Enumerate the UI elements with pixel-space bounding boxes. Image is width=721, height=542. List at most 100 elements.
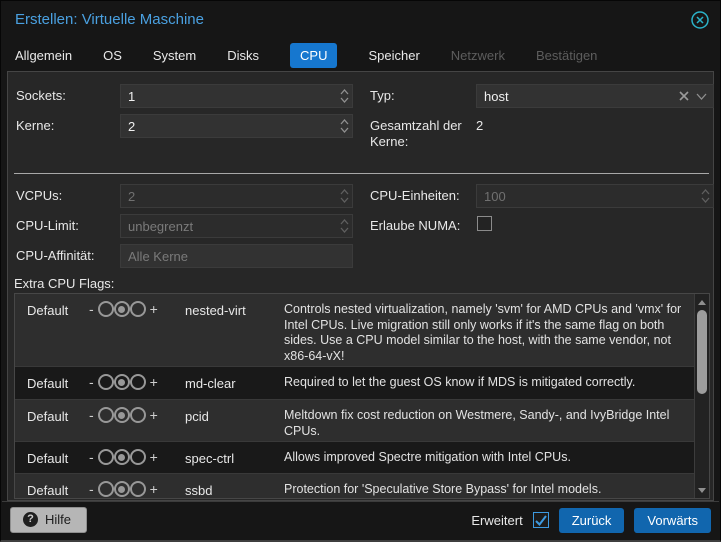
- vcpus-field: [120, 184, 353, 208]
- flag-name: pcid: [185, 409, 209, 424]
- dialog-title: Erstellen: Virtuelle Maschine: [15, 11, 204, 28]
- vcpus-spinner: [336, 185, 352, 207]
- tristate-default-radio[interactable]: [113, 374, 130, 390]
- tristate-default-radio[interactable]: [113, 449, 130, 465]
- numa-checkbox[interactable]: [477, 216, 492, 231]
- tristate-minus-label: -: [89, 301, 94, 317]
- tristate-off-radio[interactable]: [97, 374, 114, 390]
- spinner-up-icon: [340, 89, 348, 95]
- tab-cpu[interactable]: CPU: [290, 42, 338, 68]
- tristate-default-radio[interactable]: [113, 481, 130, 497]
- scroll-down-icon[interactable]: [695, 483, 709, 497]
- cpu-flags-table: Default - + nested-virt Controls nested …: [14, 293, 710, 499]
- tab-system[interactable]: System: [153, 43, 196, 68]
- advanced-checkbox[interactable]: [532, 512, 549, 528]
- flag-name: nested-virt: [185, 303, 246, 318]
- chevron-down-icon[interactable]: [696, 93, 707, 100]
- tristate-on-radio[interactable]: [129, 301, 146, 317]
- flag-state-label: Default: [27, 376, 69, 391]
- tristate-off-radio[interactable]: [97, 301, 114, 317]
- flag-row-ssbd: Default - + ssbd Protection for 'Specula…: [15, 474, 709, 498]
- tristate-default-radio[interactable]: [113, 301, 130, 317]
- flag-row-pcid: Default - + pcid Meltdown fix cost reduc…: [15, 400, 709, 442]
- tristate-plus-label: +: [149, 449, 158, 465]
- tristate-minus-label: -: [89, 407, 94, 423]
- total-cores-label: Gesamtzahl der Kerne:: [370, 118, 462, 149]
- tristate-plus-label: +: [149, 407, 158, 423]
- flag-row-spec-ctrl: Default - + spec-ctrl Allows improved Sp…: [15, 442, 709, 474]
- forward-button[interactable]: Vorwärts: [634, 507, 711, 533]
- flag-state-label: Default: [27, 483, 69, 498]
- kerne-label: Kerne:: [16, 118, 55, 133]
- tristate-on-radio[interactable]: [129, 374, 146, 390]
- question-icon: ?: [23, 512, 38, 527]
- tristate-off-radio[interactable]: [97, 407, 114, 423]
- kerne-input[interactable]: [121, 118, 336, 134]
- footer-actions: Erweitert Zurück Vorwärts: [471, 507, 711, 533]
- flag-state-label: Default: [27, 409, 69, 424]
- flag-name: spec-ctrl: [185, 451, 235, 466]
- clear-icon[interactable]: [678, 90, 690, 102]
- typ-input[interactable]: [477, 88, 678, 104]
- cpu-units-label: CPU-Einheiten:: [370, 188, 460, 203]
- flag-description: Allows improved Spectre mitigation with …: [284, 450, 571, 464]
- numa-label: Erlaube NUMA:: [370, 218, 461, 233]
- cpu-affinity-field: [120, 244, 353, 268]
- tab-bestaetigen: Bestätigen: [535, 47, 598, 63]
- tab-netzwerk: Netzwerk: [450, 47, 505, 63]
- back-button[interactable]: Zurück: [558, 507, 625, 533]
- cpu-units-input: [477, 188, 697, 204]
- cpu-limit-label: CPU-Limit:: [16, 218, 79, 233]
- typ-combo-tools: [678, 90, 713, 102]
- flag-description: Meltdown fix cost reduction on Westmere,…: [284, 408, 670, 438]
- flag-name: ssbd: [185, 483, 213, 498]
- tab-disks[interactable]: Disks: [227, 43, 259, 68]
- flag-description: Protection for 'Speculative Store Bypass…: [284, 482, 602, 496]
- dialog-titlebar: Erstellen: Virtuelle Maschine: [1, 1, 720, 39]
- sockets-label: Sockets:: [16, 88, 66, 103]
- tristate-off-radio[interactable]: [97, 481, 114, 497]
- tristate-minus-label: -: [89, 374, 94, 390]
- spinner-up-icon: [340, 219, 348, 225]
- kerne-field: [120, 114, 353, 138]
- flag-tristate-control: - +: [89, 481, 185, 497]
- tab-os[interactable]: OS: [103, 43, 122, 68]
- kerne-spinner[interactable]: [336, 115, 352, 137]
- sockets-spinner[interactable]: [336, 85, 352, 107]
- scrollbar-thumb[interactable]: [697, 310, 707, 394]
- tristate-on-radio[interactable]: [129, 449, 146, 465]
- flag-tristate-control: - +: [89, 407, 185, 423]
- scroll-up-icon[interactable]: [695, 295, 709, 309]
- create-vm-dialog: Erstellen: Virtuelle Maschine Allgemein …: [0, 0, 721, 542]
- tristate-default-radio[interactable]: [113, 407, 130, 423]
- flag-row-nested-virt: Default - + nested-virt Controls nested …: [15, 294, 709, 367]
- cpu-limit-spinner: [336, 215, 352, 237]
- tab-bar: Allgemein OS System Disks CPU Speicher N…: [15, 39, 720, 71]
- typ-label: Typ:: [370, 88, 395, 103]
- help-button[interactable]: ? Hilfe: [10, 507, 88, 533]
- tristate-on-radio[interactable]: [129, 481, 146, 497]
- tristate-minus-label: -: [89, 481, 94, 497]
- sockets-input[interactable]: [121, 88, 336, 104]
- typ-combobox: [476, 84, 714, 108]
- dialog-footer: ? Hilfe Erweitert Zurück Vorwärts: [2, 501, 719, 538]
- tab-allgemein[interactable]: Allgemein: [15, 43, 72, 68]
- flag-state-label: Default: [27, 451, 69, 466]
- tab-speicher[interactable]: Speicher: [368, 43, 419, 68]
- cpu-units-field: [476, 184, 714, 208]
- extra-cpu-flags-label: Extra CPU Flags:: [14, 276, 115, 291]
- spinner-up-icon: [701, 189, 709, 195]
- vcpus-input: [121, 188, 336, 204]
- close-icon[interactable]: [690, 10, 710, 30]
- cpu-affinity-input[interactable]: [121, 248, 352, 264]
- spinner-down-icon: [340, 197, 348, 203]
- cpu-limit-input: [121, 218, 336, 234]
- check-icon: [534, 514, 547, 526]
- tristate-on-radio[interactable]: [129, 407, 146, 423]
- flag-tristate-control: - +: [89, 374, 185, 390]
- tristate-off-radio[interactable]: [97, 449, 114, 465]
- spinner-down-icon: [701, 197, 709, 203]
- tristate-plus-label: +: [149, 301, 158, 317]
- flag-name: md-clear: [185, 376, 236, 391]
- tristate-minus-label: -: [89, 449, 94, 465]
